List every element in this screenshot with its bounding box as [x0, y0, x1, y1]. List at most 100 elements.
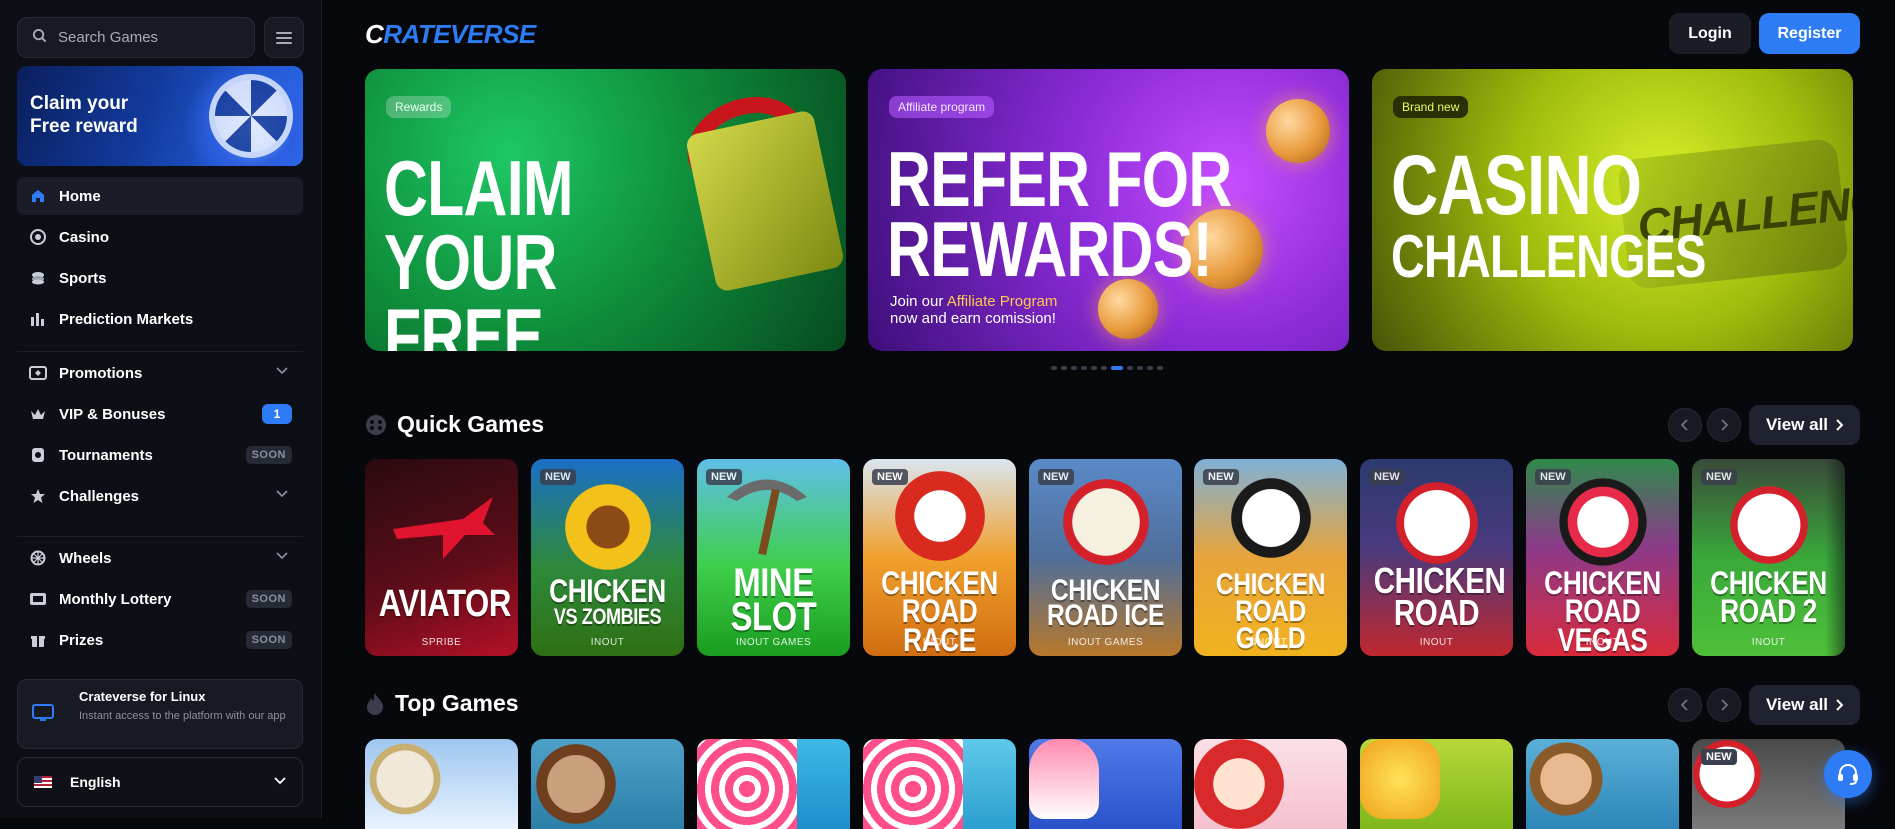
claim-reward-card[interactable]: Claim your Free reward — [17, 66, 303, 166]
game-subtitle: ROAD ICE — [1046, 599, 1165, 632]
sidebar-item-challenges[interactable]: Challenges — [17, 477, 303, 515]
sidebar-item-home[interactable]: Home — [17, 177, 303, 215]
banner-headline-line1: Claim your — [384, 144, 574, 306]
section-title-text: Top Games — [395, 690, 519, 716]
game-card-mine-slot[interactable]: NEW MINE SLOT INOUT GAMES — [697, 459, 850, 656]
banner-free-reward[interactable]: Rewards Claim your free reward — [365, 69, 846, 351]
star-icon — [28, 486, 48, 506]
carousel-dot[interactable] — [1051, 366, 1057, 370]
dice-icon — [365, 414, 387, 436]
banner-subtext-a: Join our — [890, 293, 947, 310]
game-subtitle: SLOT — [730, 595, 817, 639]
carousel-dot[interactable] — [1081, 366, 1087, 370]
game-card-aviator[interactable]: AVIATOR SPRIBE — [365, 459, 518, 656]
carousel-dot[interactable] — [1061, 366, 1067, 370]
game-card-chicken-road[interactable]: NEW CHICKEN ROAD INOUT — [1360, 459, 1513, 656]
game-card-cowboy-dog[interactable] — [531, 739, 684, 829]
sports-icon — [28, 268, 48, 288]
sidebar-item-vip-bonuses[interactable]: VIP & Bonuses 1 — [17, 395, 303, 433]
game-card-chicken-vs-zombies[interactable]: NEW CHICKEN VS ZOMBIES INOUT — [531, 459, 684, 656]
new-badge: NEW — [1701, 469, 1737, 485]
carousel-dot[interactable] — [1101, 366, 1107, 370]
linux-app-card[interactable]: Crateverse for Linux Instant access to t… — [17, 679, 303, 749]
home-icon — [28, 186, 48, 206]
search-box[interactable] — [17, 17, 255, 58]
sidebar-item-sports[interactable]: Sports — [17, 259, 303, 297]
banner-tag: Brand new — [1393, 96, 1469, 118]
sidebar-item-prizes[interactable]: Prizes SOON — [17, 621, 303, 659]
game-card-chicken-road-ice[interactable]: NEW CHICKEN ROAD ICE INOUT GAMES — [1029, 459, 1182, 656]
game-card-chicken-road-gold[interactable]: NEW CHICKEN ROAD GOLD INOUT — [1194, 459, 1347, 656]
game-card-chicken-road-race[interactable]: NEW CHICKEN ROAD RACE INOUT — [863, 459, 1016, 656]
carousel-dot-active[interactable] — [1111, 366, 1123, 370]
banner-tag: Affiliate program — [889, 96, 995, 118]
game-card-anime-girl[interactable] — [1194, 739, 1347, 829]
banner-subtext-b: now and earn comission! — [890, 310, 1056, 327]
game-card-chicken-road-vegas[interactable]: NEW CHICKEN ROAD VEGAS INOUT — [1526, 459, 1679, 656]
sidebar-item-prediction-markets[interactable]: Prediction Markets — [17, 300, 303, 338]
carousel-dot[interactable] — [1071, 366, 1077, 370]
quick-games-next-button[interactable] — [1707, 408, 1741, 442]
new-badge: NEW — [1203, 469, 1239, 485]
game-card-zeus[interactable] — [365, 739, 518, 829]
sidebar-item-wheels[interactable]: Wheels — [17, 539, 303, 577]
language-selector[interactable]: English — [17, 757, 303, 807]
banner-headline-line1: Casino — [1391, 138, 1642, 232]
us-flag-icon — [34, 776, 52, 788]
nav-main: Home Casino Sports Prediction Markets — [17, 177, 303, 341]
top-games-prev-button[interactable] — [1668, 688, 1702, 722]
sidebar-item-promotions[interactable]: Promotions — [17, 354, 303, 392]
sidebar-item-monthly-lottery[interactable]: Monthly Lottery SOON — [17, 580, 303, 618]
game-card-gold-gem[interactable] — [1360, 739, 1513, 829]
sidebar-item-label: VIP & Bonuses — [59, 405, 166, 423]
sidebar-item-label: Casino — [59, 228, 110, 246]
affiliate-program-link[interactable]: Affiliate Program — [947, 293, 1058, 310]
game-card-cowboy[interactable] — [1526, 739, 1679, 829]
game-subtitle: ROAD — [1393, 592, 1480, 633]
game-card-candy-drop[interactable] — [1029, 739, 1182, 829]
search-input[interactable] — [58, 29, 238, 46]
crateverse-logo[interactable]: CRATEVERSE — [365, 19, 536, 50]
carousel-dot[interactable] — [1127, 366, 1133, 370]
promo-text: Claim your Free reward — [30, 93, 138, 137]
sidebar-item-casino[interactable]: Casino — [17, 218, 303, 256]
register-button[interactable]: Register — [1759, 13, 1860, 54]
banner-headline-line2: free reward — [384, 292, 544, 351]
sidebar-item-label: Monthly Lottery — [59, 590, 172, 608]
nav-extras: Wheels Monthly Lottery SOON Prizes SOON — [17, 539, 303, 662]
game-title: AVIATOR — [378, 583, 512, 625]
chicken-art — [1728, 485, 1809, 565]
carousel-dot[interactable] — [1137, 366, 1143, 370]
carousel-dot[interactable] — [1157, 366, 1163, 370]
sidebar-item-tournaments[interactable]: Tournaments SOON — [17, 436, 303, 474]
soon-badge: SOON — [245, 590, 292, 608]
chart-icon — [28, 309, 48, 329]
chevron-right-icon — [1721, 699, 1728, 711]
airplane-icon — [393, 497, 495, 559]
carousel-dot[interactable] — [1091, 366, 1097, 370]
quick-games-prev-button[interactable] — [1668, 408, 1702, 442]
login-button[interactable]: Login — [1669, 13, 1751, 54]
top-games-next-button[interactable] — [1707, 688, 1741, 722]
new-badge: NEW — [1038, 469, 1074, 485]
section-title-text: Quick Games — [397, 411, 545, 437]
top-games-view-all-button[interactable]: View all — [1749, 685, 1860, 725]
carousel-dot[interactable] — [1147, 366, 1153, 370]
banner-affiliate[interactable]: Affiliate program Refer for rewards! Joi… — [868, 69, 1349, 351]
menu-toggle-button[interactable] — [264, 17, 304, 58]
quick-games-view-all-button[interactable]: View all — [1749, 405, 1860, 445]
game-card-sweet-bonanza-2[interactable] — [863, 739, 1016, 829]
game-card-chicken-road-2-top[interactable]: NEW — [1692, 739, 1845, 829]
support-chat-button[interactable] — [1824, 750, 1872, 798]
sidebar-item-label: Tournaments — [59, 446, 153, 464]
carousel-fade — [1825, 456, 1865, 656]
banner-casino-challenges[interactable]: CHALLENGE Brand new Casino Challenges — [1372, 69, 1853, 351]
game-provider: INOUT — [1253, 637, 1288, 648]
game-card-sweet-bonanza[interactable] — [697, 739, 850, 829]
trophy-icon — [28, 445, 48, 465]
game-provider: INOUT — [1419, 637, 1454, 648]
new-badge: NEW — [1701, 749, 1737, 765]
game-title: CHICKEN — [549, 573, 666, 609]
game-card-chicken-road-2[interactable]: NEW CHICKEN ROAD 2 INOUT — [1692, 459, 1845, 656]
game-subtitle: ROAD 2 — [1720, 593, 1817, 629]
